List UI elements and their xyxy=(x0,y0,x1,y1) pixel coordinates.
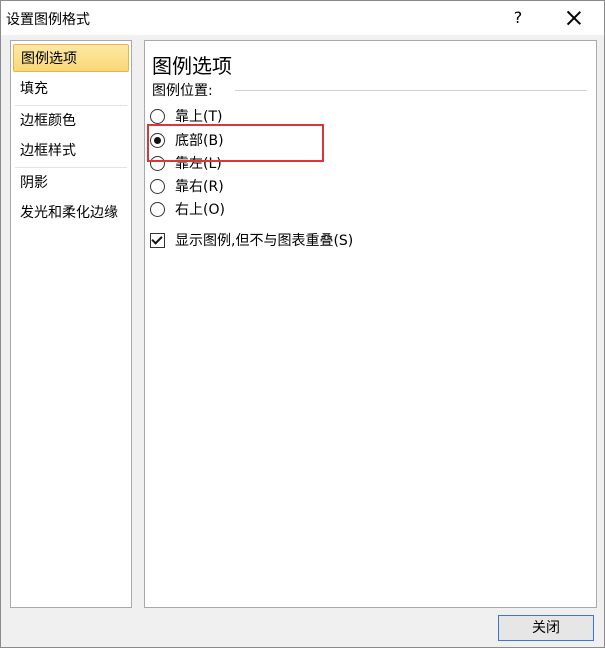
category-sidebar: 图例选项 填充 边框颜色 边框样式 阴影 发光和柔化边缘 xyxy=(10,40,132,608)
checkbox[interactable] xyxy=(150,232,165,248)
radio-label: 靠右(R) xyxy=(175,179,224,195)
legend-options-panel: 图例选项 图例位置: 靠上(T) 底部(B) 靠左(L) 靠右(R) 右上(O)… xyxy=(144,40,597,608)
close-icon[interactable] xyxy=(557,5,591,31)
nav-divider xyxy=(15,105,127,106)
radio-button[interactable] xyxy=(150,108,165,124)
radio-label: 右上(O) xyxy=(175,202,225,218)
dialog-title: 设置图例格式 xyxy=(6,12,90,28)
radio-button[interactable] xyxy=(150,178,165,194)
nav-item-fill[interactable]: 填充 xyxy=(13,75,129,103)
no-overlap-option[interactable]: 显示图例,但不与图表重叠(S) xyxy=(150,229,353,251)
panel-title: 图例选项 xyxy=(152,54,232,78)
radio-label: 靠上(T) xyxy=(175,109,223,125)
checkbox-label: 显示图例,但不与图表重叠(S) xyxy=(175,233,354,249)
nav-item-glow-soft-edges[interactable]: 发光和柔化边缘 xyxy=(13,199,129,227)
nav-item-legend-options[interactable]: 图例选项 xyxy=(13,44,129,72)
legend-position-label: 图例位置: xyxy=(152,83,213,99)
format-legend-dialog: 设置图例格式 ? 图例选项 填充 边框颜色 边框样式 阴影 发光和柔化边缘 图例… xyxy=(0,0,605,648)
nav-item-shadow[interactable]: 阴影 xyxy=(13,169,129,197)
section-divider xyxy=(235,90,587,91)
radio-right[interactable]: 靠右(R) xyxy=(150,175,224,197)
highlight-box xyxy=(147,124,324,162)
help-button[interactable]: ? xyxy=(503,5,533,31)
nav-item-border-style[interactable]: 边框样式 xyxy=(13,137,129,165)
radio-top-right[interactable]: 右上(O) xyxy=(150,198,225,220)
radio-button[interactable] xyxy=(150,201,165,217)
title-bar: 设置图例格式 ? xyxy=(1,1,604,35)
nav-item-border-color[interactable]: 边框颜色 xyxy=(13,107,129,135)
nav-divider xyxy=(15,167,127,168)
close-button[interactable]: 关闭 xyxy=(498,615,594,641)
